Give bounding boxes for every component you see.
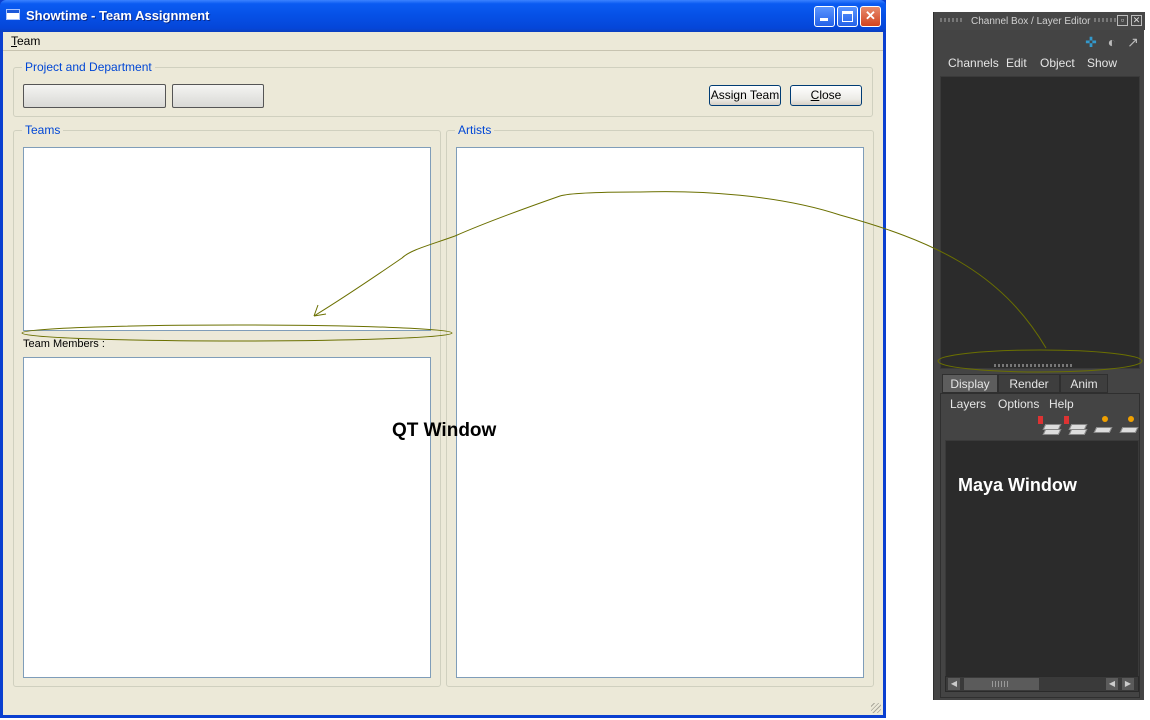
half-circle-toggle-icon[interactable]: ◐ [1103, 33, 1121, 51]
window-title: Showtime - Team Assignment [26, 8, 210, 23]
new-empty-layer-icon[interactable] [1092, 416, 1113, 436]
project-combobox[interactable] [23, 84, 166, 108]
scroll-left-icon[interactable]: ◀ [948, 678, 960, 690]
department-combobox[interactable] [172, 84, 264, 108]
dock-grip-left-icon [940, 18, 962, 22]
team-members-label: Team Members : [23, 338, 105, 350]
qt-window: Showtime - Team Assignment ✕ Team Projec… [0, 0, 886, 718]
teams-legend: Teams [22, 123, 64, 137]
close-window-button[interactable]: ✕ [860, 6, 881, 27]
artists-list[interactable] [456, 147, 864, 678]
artists-legend: Artists [455, 123, 495, 137]
team-members-list[interactable] [23, 357, 431, 678]
new-layer-from-selected-icon[interactable] [1118, 416, 1139, 436]
window-app-icon [6, 9, 20, 20]
tab-anim[interactable]: Anim [1060, 374, 1108, 393]
menu-team-label: eam [17, 34, 41, 48]
scroll-thumb[interactable] [964, 678, 1039, 690]
menu-options[interactable]: Options [998, 397, 1039, 411]
horizontal-scrollbar[interactable]: ◀ ◀ ▶ [945, 676, 1139, 692]
close-label: lose [819, 88, 842, 102]
axis-manipulator-icon[interactable]: ✜ [1082, 33, 1100, 51]
close-icon: ✕ [865, 8, 876, 23]
tab-render[interactable]: Render [998, 374, 1060, 393]
pick-tool-icon[interactable]: ↗ [1124, 33, 1142, 51]
menu-channels[interactable]: Channels [948, 56, 999, 70]
qt-window-annotation: QT Window [392, 420, 497, 441]
menu-help[interactable]: Help [1049, 397, 1074, 411]
dock-grip-right-icon [1094, 18, 1116, 22]
menu-layers[interactable]: Layers [950, 397, 986, 411]
channel-box-toolbar: ✜ ◐ ↗ [934, 32, 1145, 54]
pane-splitter-handle[interactable] [994, 364, 1074, 367]
project-department-legend: Project and Department [22, 60, 155, 74]
teams-list[interactable] [23, 147, 431, 331]
maya-window-annotation: Maya Window [958, 475, 1077, 495]
maya-window: Channel Box / Layer Editor ▫ ✕ ✜ ◐ ↗ Cha… [933, 12, 1145, 700]
minimize-icon [820, 18, 828, 21]
channel-box-area[interactable] [940, 76, 1140, 369]
menu-bar: Team [3, 32, 883, 51]
maya-window-title: Channel Box / Layer Editor [971, 16, 1091, 27]
qt-client-area: Team Project and Department Assign Team … [3, 32, 883, 715]
maximize-icon [842, 11, 853, 22]
menu-team[interactable]: Team [11, 34, 40, 48]
size-grip[interactable] [871, 703, 881, 713]
close-button[interactable]: Close [790, 85, 862, 106]
minimize-button[interactable] [814, 6, 835, 27]
menu-edit[interactable]: Edit [1006, 56, 1027, 70]
maximize-button[interactable] [837, 6, 858, 27]
menu-show[interactable]: Show [1087, 56, 1117, 70]
qt-titlebar[interactable]: Showtime - Team Assignment ✕ [0, 0, 886, 32]
scroll-left-alt-icon[interactable]: ◀ [1106, 678, 1118, 690]
maya-close-icon[interactable]: ✕ [1131, 15, 1142, 26]
move-layer-up-icon[interactable] [1038, 416, 1062, 436]
assign-team-button[interactable]: Assign Team [709, 85, 781, 106]
tab-display[interactable]: Display [942, 374, 998, 393]
maya-titlebar[interactable]: Channel Box / Layer Editor ▫ ✕ [934, 12, 1145, 30]
move-layer-down-icon[interactable] [1064, 416, 1088, 436]
float-icon[interactable]: ▫ [1117, 15, 1128, 26]
menu-object[interactable]: Object [1040, 56, 1075, 70]
scroll-right-icon[interactable]: ▶ [1122, 678, 1134, 690]
